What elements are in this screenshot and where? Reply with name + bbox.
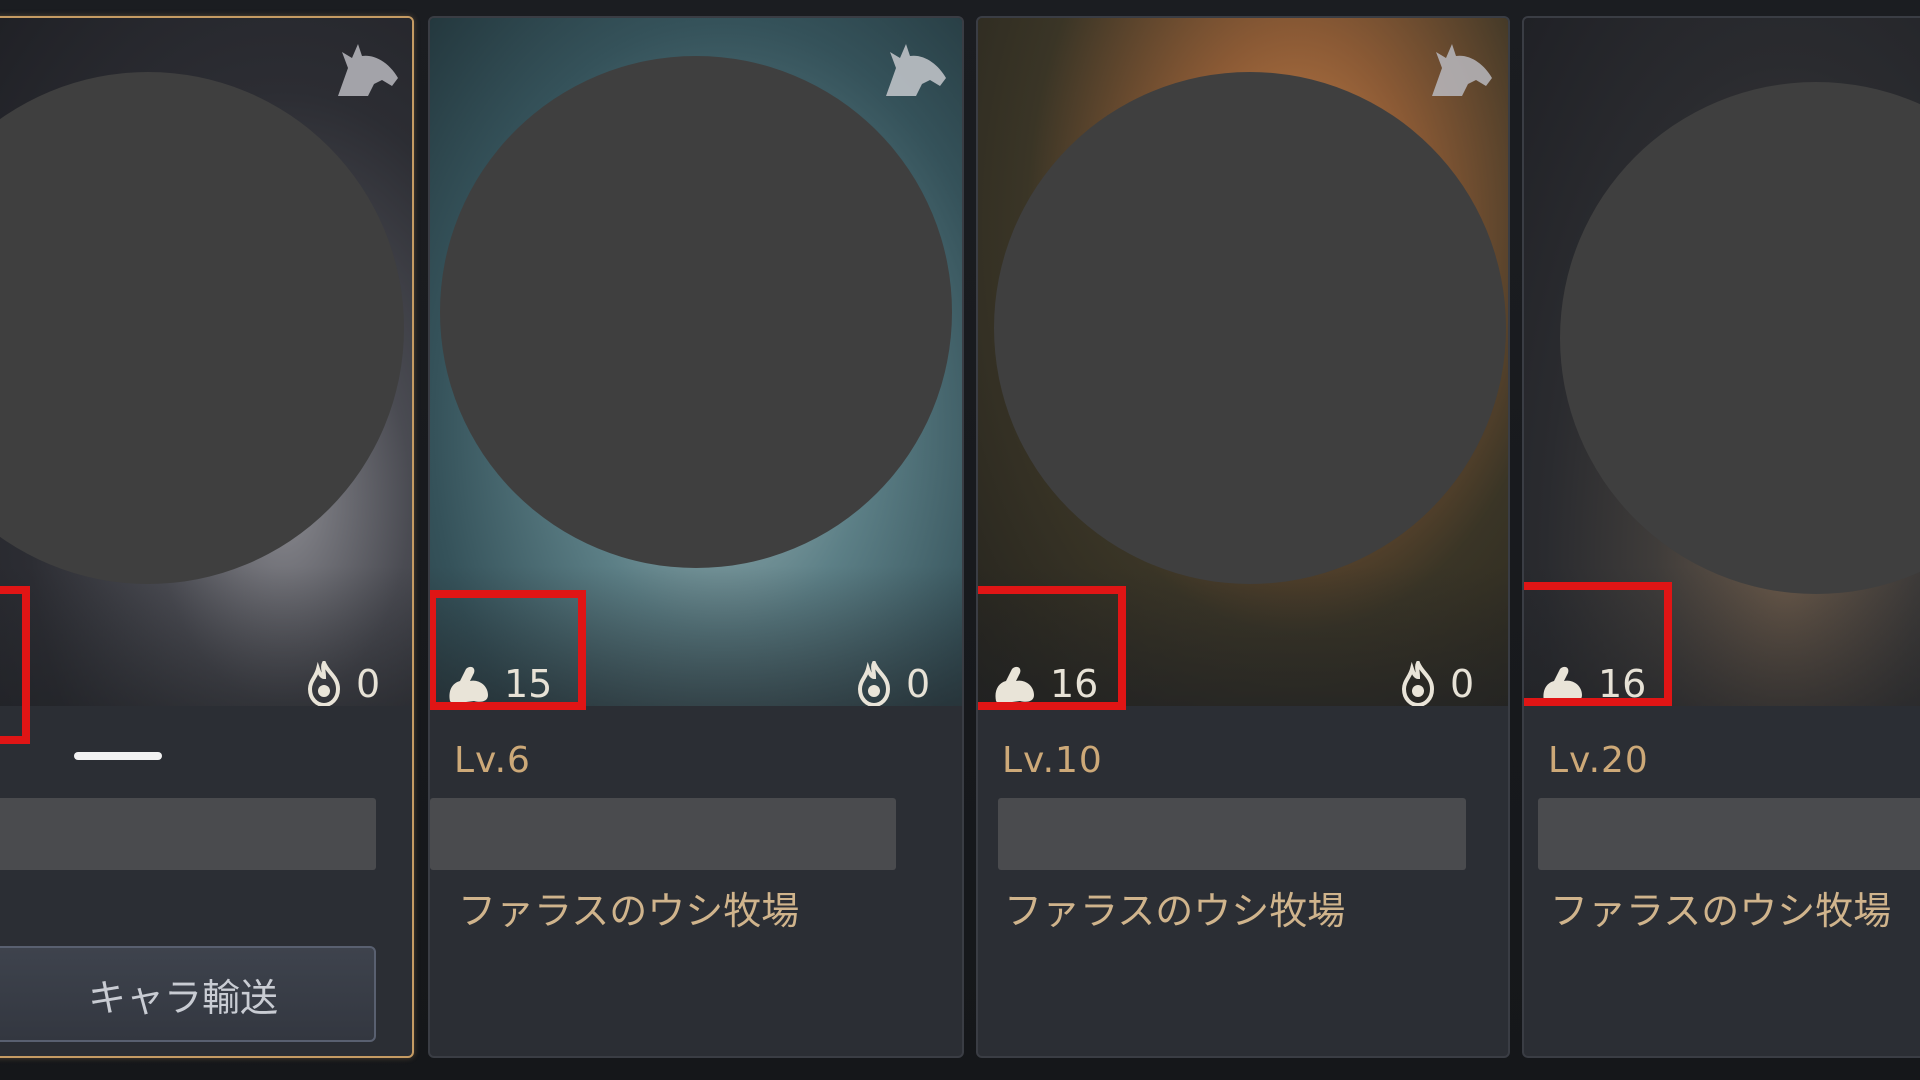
flame-icon bbox=[1401, 661, 1435, 706]
horse-head-icon bbox=[338, 44, 398, 96]
flame-stat: 0 bbox=[854, 654, 930, 706]
character-name-redacted bbox=[430, 798, 896, 870]
stat-highlight-box bbox=[430, 590, 586, 710]
stat-highlight-box bbox=[1524, 582, 1672, 706]
character-select-screen: 0 キャラ輸送 15 0 Lv.6 ファラスのウシ牧場 16 0 Lv.10 フ… bbox=[0, 0, 1920, 1080]
character-location: ファラスのウシ牧場 bbox=[1550, 889, 1892, 933]
character-level: Lv.10 bbox=[1002, 740, 1103, 781]
level-placeholder-dash bbox=[74, 752, 162, 760]
character-card-3[interactable]: 16 0 Lv.10 ファラスのウシ牧場 bbox=[976, 16, 1510, 1058]
flame-stat: 0 bbox=[304, 654, 380, 706]
flame-stat: 0 bbox=[1398, 654, 1474, 706]
character-card-2[interactable]: 15 0 Lv.6 ファラスのウシ牧場 bbox=[428, 16, 964, 1058]
character-name-redacted bbox=[998, 798, 1466, 870]
horse-head-icon bbox=[1432, 44, 1492, 96]
character-location: ファラスのウシ牧場 bbox=[1004, 889, 1346, 933]
flame-value: 0 bbox=[906, 662, 931, 706]
character-level: Lv.20 bbox=[1548, 740, 1649, 781]
horse-head-icon bbox=[886, 44, 946, 96]
character-transfer-button[interactable]: キャラ輸送 bbox=[0, 946, 376, 1042]
face-mask bbox=[994, 72, 1506, 584]
character-portrait: 0 bbox=[0, 18, 412, 706]
character-level: Lv.6 bbox=[454, 740, 531, 781]
character-name-redacted bbox=[1538, 798, 1920, 870]
flame-value: 0 bbox=[356, 662, 381, 706]
character-location: ファラスのウシ牧場 bbox=[458, 889, 800, 933]
face-mask bbox=[440, 56, 952, 568]
character-card-1[interactable]: 0 キャラ輸送 bbox=[0, 16, 414, 1058]
character-name-redacted bbox=[0, 798, 376, 870]
stat-highlight-box bbox=[978, 586, 1126, 710]
stat-highlight-box bbox=[0, 586, 30, 744]
flame-value: 0 bbox=[1450, 662, 1475, 706]
character-card-4[interactable]: 16 Lv.20 ファラスのウシ牧場 bbox=[1522, 16, 1920, 1058]
flame-icon bbox=[307, 661, 341, 706]
flame-icon bbox=[857, 661, 891, 706]
